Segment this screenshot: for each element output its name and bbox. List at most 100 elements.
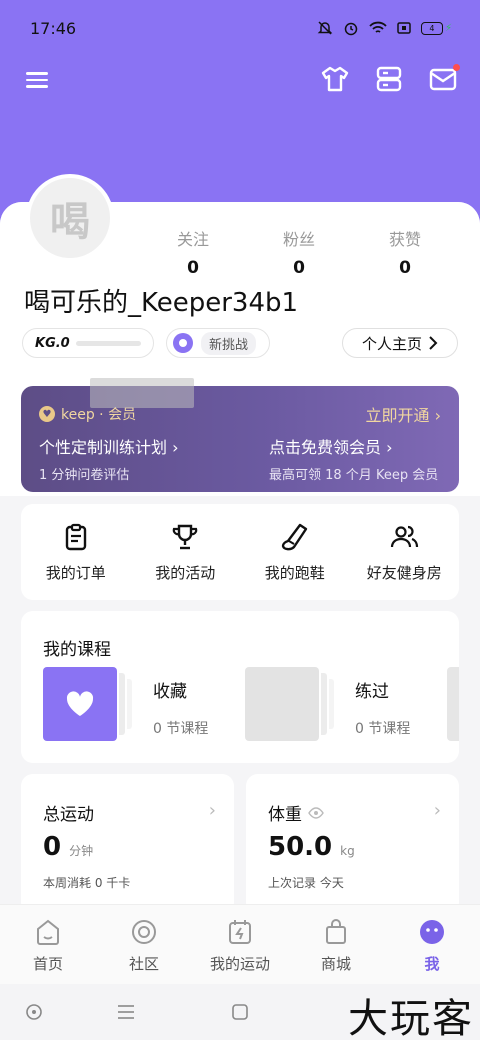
member-item-sub: 最高可领 18 个月 Keep 会员 — [269, 468, 439, 483]
total-exercise-card[interactable]: 总运动 › 0 分钟 本周消耗 0 千卡 — [21, 774, 234, 914]
homepage-label: 个人主页 — [361, 334, 422, 353]
friends-gym-button[interactable]: 好友健身房 — [350, 504, 460, 600]
status-icons: 4 ⚡ — [317, 20, 452, 36]
messages-button[interactable] — [428, 64, 460, 94]
recent-apps-icon[interactable] — [116, 1002, 136, 1022]
friends-icon — [391, 525, 419, 548]
kg-progress-bar — [75, 340, 141, 346]
tab-my-sports[interactable]: 我的运动 — [192, 905, 288, 984]
clipboard-icon — [65, 523, 86, 551]
nav-actions — [320, 64, 460, 94]
tab-me[interactable]: 我 — [384, 905, 480, 984]
sim-icon — [397, 22, 411, 34]
kg-level-pill[interactable]: KG.0 — [22, 328, 154, 358]
member-tooltip-overlay — [90, 378, 194, 408]
home-icon — [37, 919, 59, 945]
my-activities-button[interactable]: 我的活动 — [131, 504, 241, 600]
practiced-course-entry[interactable]: 练过 0 节课程 — [245, 667, 410, 743]
total-exercise-title: 总运动 — [43, 800, 94, 825]
weight-card[interactable]: 体重 › 50.0 kg 上次记录 今天 — [246, 774, 459, 914]
thumb-stack — [329, 679, 334, 729]
tab-label: 首页 — [32, 955, 63, 973]
member-free-item[interactable]: 点击免费领会员 › 最高可领 18 个月 Keep 会员 — [269, 434, 438, 483]
stat-value: 0 — [293, 258, 305, 278]
stat-followers[interactable]: 粉丝 0 — [246, 226, 352, 278]
quick-action-label: 我的跑鞋 — [264, 564, 325, 582]
trophy-icon — [172, 524, 198, 550]
quick-action-label: 好友健身房 — [366, 564, 442, 582]
thumb-stack — [127, 679, 132, 729]
status-time: 17:46 — [30, 18, 77, 38]
course-count: 0 节课程 — [355, 721, 411, 737]
me-icon — [420, 920, 444, 944]
homepage-button[interactable]: 个人主页 — [342, 328, 458, 358]
top-nav — [0, 60, 480, 104]
menu-button[interactable] — [24, 68, 50, 94]
membership-banner[interactable]: ♥ keep · 会员 立即开通 › 个性定制训练计划 › 1 分钟问卷评估 点… — [21, 386, 459, 492]
kg-level: KG.0 — [35, 335, 70, 351]
weight-value: 50.0 — [268, 832, 333, 862]
server-icon — [376, 66, 402, 92]
chevron-right-icon: › — [381, 438, 393, 457]
challenge-label: 新挑战 — [201, 331, 257, 355]
challenge-icon — [173, 333, 193, 353]
stat-label: 关注 — [176, 230, 209, 249]
profile-stats: 关注 0 粉丝 0 获赞 0 — [140, 226, 460, 278]
battery-indicator: 4 ⚡ — [420, 21, 452, 35]
my-shoes-button[interactable]: 我的跑鞋 — [240, 504, 350, 600]
thumb-stack — [321, 673, 327, 735]
course-count: 0 节课程 — [153, 721, 209, 737]
bottom-tab-bar: 首页 社区 我的运动 商城 我 — [0, 904, 480, 984]
heart-icon — [66, 691, 94, 716]
tshirt-icon — [321, 66, 349, 92]
community-icon — [132, 920, 156, 944]
stat-value: 0 — [187, 258, 199, 278]
tab-mall[interactable]: 商城 — [288, 905, 384, 984]
stat-likes[interactable]: 获赞 0 — [352, 226, 458, 278]
my-courses-card: 我的课程 收藏 0 节课程 练过 0 节课程 — [21, 611, 459, 763]
tab-home[interactable]: 首页 — [0, 905, 96, 984]
chevron-right-icon: › — [434, 406, 441, 425]
member-item-sub: 1 分钟问卷评估 — [39, 468, 130, 483]
unread-dot — [453, 64, 460, 71]
challenge-pill[interactable]: 新挑战 — [166, 328, 270, 358]
card-title: 体重 — [268, 805, 302, 825]
mute-bell-icon — [317, 21, 333, 35]
tab-label: 商城 — [320, 955, 351, 973]
tab-community[interactable]: 社区 — [96, 905, 192, 984]
quick-action-label: 我的订单 — [45, 564, 106, 582]
member-item-title: 个性定制训练计划 — [39, 438, 168, 457]
calendar-bolt-icon — [229, 920, 251, 944]
quick-actions-card: 我的订单 我的活动 我的跑鞋 好友健身房 — [21, 504, 459, 600]
card-title: 总运动 — [43, 805, 94, 825]
home-square-icon[interactable] — [230, 1002, 250, 1022]
favorites-thumb — [43, 667, 117, 741]
devices-button[interactable] — [374, 64, 404, 94]
assistant-icon[interactable] — [24, 1002, 44, 1022]
my-orders-button[interactable]: 我的订单 — [21, 504, 131, 600]
chevron-right-icon: › — [167, 438, 179, 457]
shopping-bag-icon — [326, 919, 346, 944]
next-course-thumb — [447, 667, 459, 741]
total-exercise-unit: 分钟 — [69, 844, 94, 858]
username: 喝可乐的_Keeper34b1 — [24, 288, 299, 318]
member-item-title: 点击免费领会员 — [269, 438, 382, 457]
alarm-icon — [344, 22, 358, 36]
total-exercise-sub: 本周消耗 0 千卡 — [43, 876, 131, 890]
stat-following[interactable]: 关注 0 — [140, 226, 246, 278]
member-heart-icon: ♥ — [39, 406, 55, 422]
course-name: 练过 — [355, 682, 389, 702]
tab-label: 我的运动 — [209, 955, 270, 973]
stat-label: 粉丝 — [282, 230, 315, 249]
eye-icon[interactable] — [308, 806, 324, 819]
total-exercise-value: 0 — [43, 832, 62, 862]
favorites-course-entry[interactable]: 收藏 0 节课程 — [43, 667, 208, 743]
outfit-button[interactable] — [320, 64, 350, 94]
thumb-stack — [119, 673, 125, 735]
member-plan-item[interactable]: 个性定制训练计划 › 1 分钟问卷评估 — [39, 434, 179, 483]
avatar[interactable]: 喝 — [26, 174, 114, 262]
tab-label: 社区 — [128, 955, 159, 973]
open-membership-label: 立即开通 — [365, 406, 430, 425]
weight-title: 体重 — [268, 800, 324, 825]
open-membership-button[interactable]: 立即开通 › — [365, 402, 441, 426]
